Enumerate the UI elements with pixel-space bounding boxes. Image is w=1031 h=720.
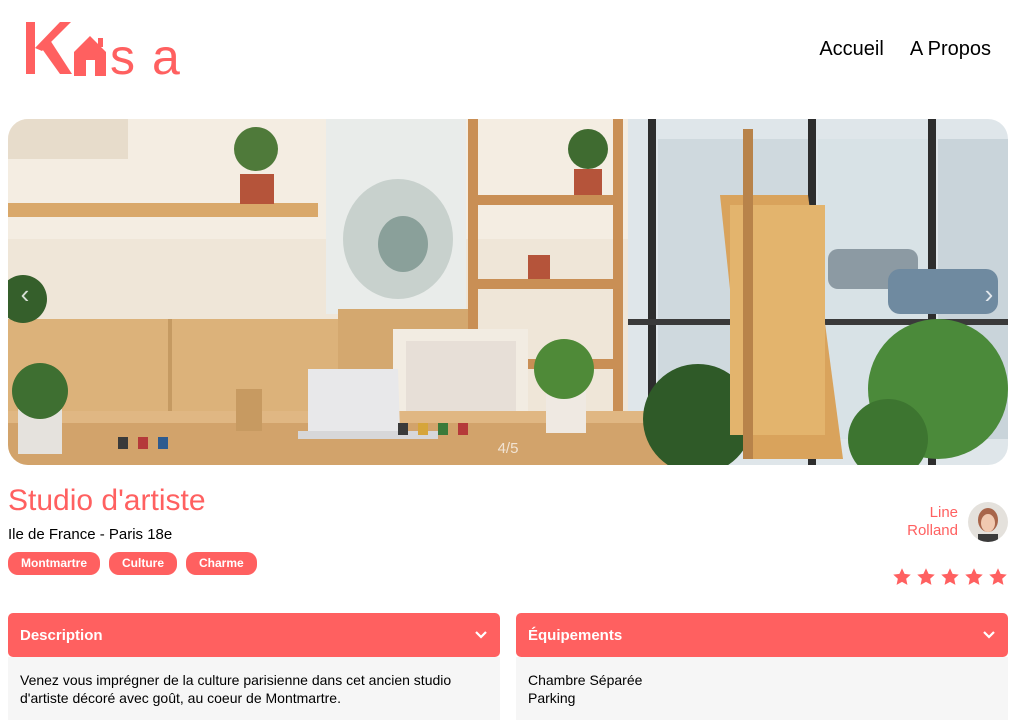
- kasa-logo[interactable]: s a: [24, 18, 204, 80]
- chevron-down-icon[interactable]: [474, 628, 488, 642]
- listing-photo: [8, 119, 1008, 465]
- rating-stars: [892, 567, 1008, 587]
- carousel-counter: 4/5: [497, 440, 519, 457]
- equipments-body: Chambre Séparée Parking: [516, 657, 1008, 720]
- equipments-title: Équipements: [528, 626, 623, 644]
- tag: Charme: [186, 552, 257, 575]
- header: s a Accueil A Propos: [0, 0, 1031, 100]
- equipment-item: Chambre Séparée: [528, 672, 643, 688]
- svg-text:a: a: [152, 29, 180, 80]
- tag-list: Montmartre Culture Charme: [8, 552, 257, 575]
- tag: Montmartre: [8, 552, 101, 575]
- description-body: Venez vous imprégner de la culture paris…: [8, 657, 500, 720]
- main-nav: Accueil A Propos: [819, 38, 991, 61]
- chevron-right-icon[interactable]: ›: [978, 279, 1000, 309]
- equipments-collapse: Équipements Chambre Séparée Parking: [516, 613, 1008, 720]
- star-icon: [989, 568, 1007, 585]
- star-icon: [965, 568, 983, 585]
- star-icon: [917, 568, 935, 585]
- avatar: [968, 502, 1008, 542]
- svg-text:s: s: [110, 29, 135, 80]
- listing-title: Studio d'artiste: [8, 484, 206, 517]
- nav-link-accueil[interactable]: Accueil: [819, 38, 883, 61]
- host-name: Line Rolland: [907, 504, 958, 539]
- description-text: Venez vous imprégner de la culture paris…: [20, 672, 452, 706]
- equipments-header[interactable]: Équipements: [516, 613, 1008, 657]
- chevron-down-icon[interactable]: [982, 628, 996, 642]
- chevron-left-icon[interactable]: ‹: [14, 279, 36, 309]
- equipment-item: Parking: [528, 690, 576, 706]
- description-collapse: Description Venez vous imprégner de la c…: [8, 613, 500, 720]
- host-info: Line Rolland: [888, 502, 1008, 542]
- description-title: Description: [20, 626, 103, 644]
- tag: Culture: [109, 552, 178, 575]
- listing-location: Ile de France - Paris 18e: [8, 526, 173, 543]
- nav-link-a-propos[interactable]: A Propos: [910, 38, 991, 61]
- description-header[interactable]: Description: [8, 613, 500, 657]
- star-icon: [941, 568, 959, 585]
- image-carousel: ‹ › 4/5: [8, 119, 1008, 465]
- star-icon: [893, 568, 911, 585]
